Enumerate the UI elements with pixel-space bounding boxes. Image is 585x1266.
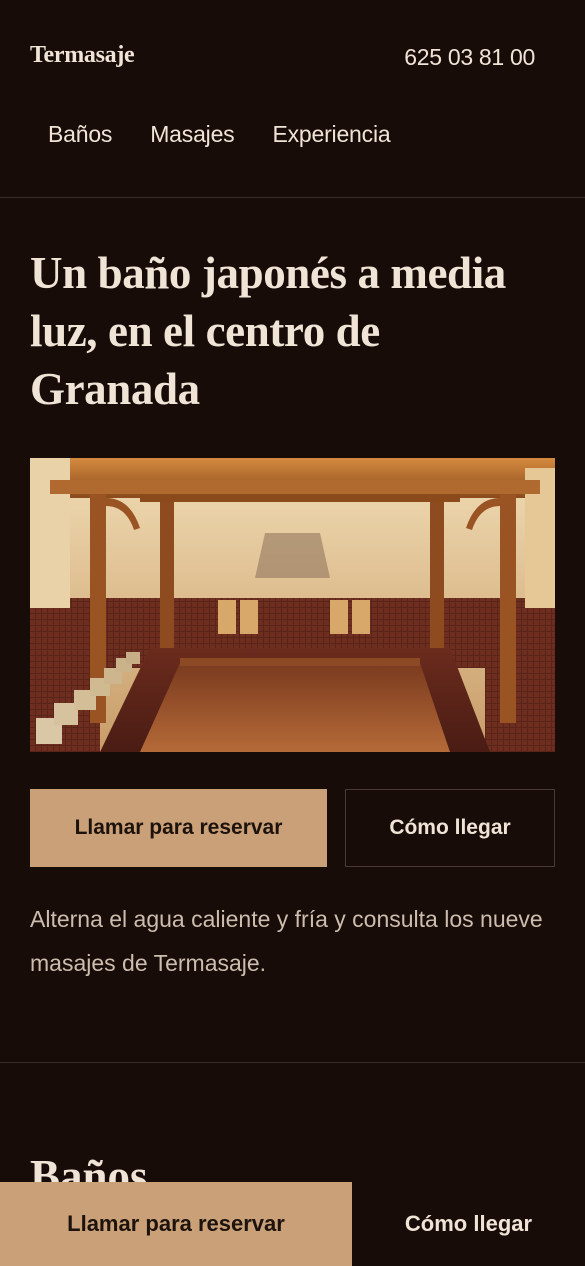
section-divider	[0, 1062, 585, 1063]
hero-image	[30, 458, 555, 752]
nav-item-banos[interactable]: Baños	[48, 121, 112, 148]
sticky-cta-bar: Llamar para reservar Cómo llegar	[0, 1182, 585, 1266]
directions-button[interactable]: Cómo llegar	[345, 789, 555, 867]
hero-cta-row: Llamar para reservar Cómo llegar	[30, 789, 555, 867]
sticky-call-button[interactable]: Llamar para reservar	[0, 1182, 352, 1266]
bathhouse-photo	[30, 458, 555, 752]
site-header: Termasaje 625 03 81 00 Baños Masajes Exp…	[0, 0, 585, 198]
hero-description: Alterna el agua caliente y fría y consul…	[30, 906, 543, 976]
nav-item-masajes[interactable]: Masajes	[150, 121, 234, 148]
main-nav: Baños Masajes Experiencia	[48, 121, 391, 148]
brand-logo[interactable]: Termasaje	[30, 42, 135, 69]
nav-item-experiencia[interactable]: Experiencia	[272, 121, 390, 148]
hero-title: Un baño japonés a media luz, en el centr…	[30, 248, 506, 414]
phone-link[interactable]: 625 03 81 00	[404, 44, 535, 71]
call-to-book-button[interactable]: Llamar para reservar	[30, 789, 327, 867]
sticky-directions-button[interactable]: Cómo llegar	[352, 1182, 585, 1266]
